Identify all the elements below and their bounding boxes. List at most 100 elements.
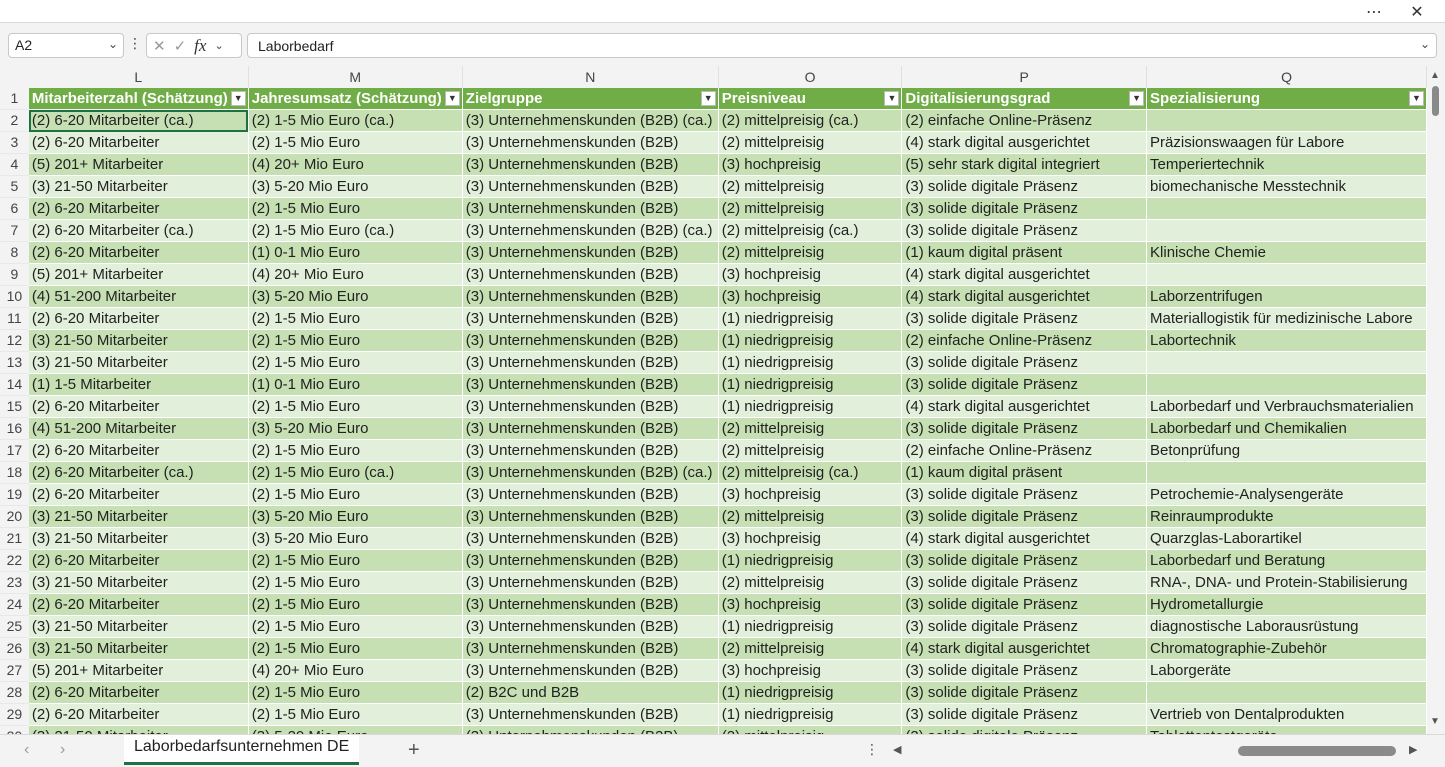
table-cell[interactable]: (3) Unternehmenskunden (B2B) <box>462 549 719 573</box>
table-cell[interactable]: (3) solide digitale Präsenz <box>901 219 1148 243</box>
row-number[interactable]: 27 <box>0 659 29 683</box>
table-cell[interactable]: (2) 1-5 Mio Euro <box>248 571 463 595</box>
row-number[interactable]: 17 <box>0 439 29 463</box>
filter-dropdown-icon[interactable]: ▼ <box>884 91 900 106</box>
table-cell[interactable]: (2) 6-20 Mitarbeiter <box>28 395 249 419</box>
row-number[interactable]: 7 <box>0 219 29 243</box>
table-cell[interactable]: (3) Unternehmenskunden (B2B) <box>462 725 719 734</box>
table-cell[interactable] <box>1146 197 1427 221</box>
table-cell[interactable]: (3) Unternehmenskunden (B2B) (ca.) <box>462 109 719 133</box>
table-cell[interactable]: (4) 20+ Mio Euro <box>248 263 463 287</box>
table-cell[interactable]: (2) einfache Online-Präsenz <box>901 109 1148 133</box>
filter-dropdown-icon[interactable]: ▼ <box>700 91 716 106</box>
table-cell[interactable]: (3) 21-50 Mitarbeiter <box>28 637 249 661</box>
table-cell[interactable]: (2) 1-5 Mio Euro <box>248 439 463 463</box>
table-cell[interactable]: (2) 6-20 Mitarbeiter <box>28 593 249 617</box>
horizontal-scroll-thumb[interactable] <box>1238 746 1396 756</box>
table-cell[interactable]: (2) mittelpreisig <box>718 197 903 221</box>
table-cell[interactable]: (4) stark digital ausgerichtet <box>901 527 1148 551</box>
table-cell[interactable]: (2) 6-20 Mitarbeiter <box>28 197 249 221</box>
table-cell[interactable]: Tablettentestgeräte <box>1146 725 1427 734</box>
table-cell[interactable]: (5) 201+ Mitarbeiter <box>28 263 249 287</box>
filter-dropdown-icon[interactable]: ▼ <box>444 91 460 106</box>
table-cell[interactable]: (2) einfache Online-Präsenz <box>901 439 1148 463</box>
table-cell[interactable]: (1) niedrigpreisig <box>718 549 903 573</box>
table-cell[interactable]: Laborbedarf und Chemikalien <box>1146 417 1427 441</box>
table-cell[interactable]: (3) solide digitale Präsenz <box>901 351 1148 375</box>
table-cell[interactable]: (3) solide digitale Präsenz <box>901 483 1148 507</box>
row-number[interactable]: 24 <box>0 593 29 617</box>
table-cell[interactable]: Labortechnik <box>1146 329 1427 353</box>
table-cell[interactable]: (1) niedrigpreisig <box>718 307 903 331</box>
table-cell[interactable]: (3) Unternehmenskunden (B2B) <box>462 505 719 529</box>
filter-dropdown-icon[interactable]: ▼ <box>230 91 246 106</box>
table-cell[interactable]: (3) Unternehmenskunden (B2B) <box>462 131 719 155</box>
header-cell[interactable]: Digitalisierungsgrad ▼ <box>901 88 1148 111</box>
more-options-icon[interactable]: ⋯ <box>1354 0 1394 23</box>
table-cell[interactable]: (3) solide digitale Präsenz <box>901 307 1148 331</box>
scroll-left-icon[interactable]: ◀ <box>893 743 901 756</box>
table-cell[interactable]: (3) 5-20 Mio Euro <box>248 725 463 734</box>
table-cell[interactable]: (2) 1-5 Mio Euro <box>248 351 463 375</box>
table-cell[interactable]: (3) 21-50 Mitarbeiter <box>28 615 249 639</box>
table-cell[interactable]: Vertrieb von Dentalprodukten <box>1146 703 1427 727</box>
table-cell[interactable]: (3) Unternehmenskunden (B2B) (ca.) <box>462 219 719 243</box>
row-number[interactable]: 11 <box>0 307 29 331</box>
more-vertical-icon[interactable]: ⋮ <box>128 35 142 52</box>
table-cell[interactable]: (3) hochpreisig <box>718 659 903 683</box>
table-cell[interactable]: (3) 21-50 Mitarbeiter <box>28 725 249 734</box>
table-cell[interactable]: (3) solide digitale Präsenz <box>901 725 1148 734</box>
table-cell[interactable]: (3) solide digitale Präsenz <box>901 615 1148 639</box>
row-number[interactable]: 1 <box>0 88 29 111</box>
table-cell[interactable]: (3) Unternehmenskunden (B2B) <box>462 175 719 199</box>
row-number[interactable]: 26 <box>0 637 29 661</box>
table-cell[interactable]: (3) 21-50 Mitarbeiter <box>28 175 249 199</box>
confirm-icon[interactable]: ✓ <box>174 37 187 55</box>
table-cell[interactable]: Hydrometallurgie <box>1146 593 1427 617</box>
table-cell[interactable]: (2) 1-5 Mio Euro <box>248 131 463 155</box>
table-cell[interactable]: (1) niedrigpreisig <box>718 681 903 705</box>
row-number[interactable]: 29 <box>0 703 29 727</box>
table-cell[interactable]: (3) hochpreisig <box>718 263 903 287</box>
table-cell[interactable]: (3) solide digitale Präsenz <box>901 659 1148 683</box>
table-cell[interactable] <box>1146 373 1427 397</box>
row-number[interactable]: 16 <box>0 417 29 441</box>
table-cell[interactable]: (3) Unternehmenskunden (B2B) <box>462 285 719 309</box>
row-number[interactable]: 22 <box>0 549 29 573</box>
table-cell[interactable]: Quarzglas-Laborartikel <box>1146 527 1427 551</box>
table-cell[interactable]: (3) solide digitale Präsenz <box>901 681 1148 705</box>
row-number[interactable]: 12 <box>0 329 29 353</box>
header-cell[interactable]: Preisniveau ▼ <box>718 88 903 111</box>
table-cell[interactable]: (2) mittelpreisig <box>718 175 903 199</box>
table-cell[interactable]: (1) niedrigpreisig <box>718 351 903 375</box>
table-cell[interactable]: (3) Unternehmenskunden (B2B) <box>462 659 719 683</box>
row-number[interactable]: 4 <box>0 153 29 177</box>
table-cell[interactable]: (4) 51-200 Mitarbeiter <box>28 417 249 441</box>
table-cell[interactable] <box>1146 681 1427 705</box>
row-number[interactable]: 8 <box>0 241 29 265</box>
row-number[interactable]: 5 <box>0 175 29 199</box>
row-number[interactable]: 14 <box>0 373 29 397</box>
table-cell[interactable]: (2) mittelpreisig <box>718 637 903 661</box>
table-cell[interactable] <box>1146 219 1427 243</box>
table-cell[interactable]: (3) hochpreisig <box>718 483 903 507</box>
table-cell[interactable]: (3) Unternehmenskunden (B2B) <box>462 439 719 463</box>
table-cell[interactable]: (3) Unternehmenskunden (B2B) <box>462 615 719 639</box>
table-cell[interactable]: Laborbedarf und Beratung <box>1146 549 1427 573</box>
add-sheet-icon[interactable]: + <box>408 739 420 762</box>
table-cell[interactable]: (2) 1-5 Mio Euro <box>248 593 463 617</box>
table-cell[interactable]: (3) hochpreisig <box>718 285 903 309</box>
vertical-scroll-thumb[interactable] <box>1432 86 1439 116</box>
table-cell[interactable]: (3) Unternehmenskunden (B2B) (ca.) <box>462 461 719 485</box>
column-header-m[interactable]: M <box>248 66 463 88</box>
row-number[interactable]: 15 <box>0 395 29 419</box>
table-cell[interactable]: (1) niedrigpreisig <box>718 615 903 639</box>
row-number[interactable]: 18 <box>0 461 29 485</box>
table-cell[interactable]: (3) 21-50 Mitarbeiter <box>28 527 249 551</box>
table-cell[interactable]: (1) niedrigpreisig <box>718 395 903 419</box>
name-box[interactable]: A2 ⌄ <box>8 33 124 58</box>
table-cell[interactable]: Präzisionswaagen für Labore <box>1146 131 1427 155</box>
table-cell[interactable]: (3) 21-50 Mitarbeiter <box>28 571 249 595</box>
table-cell[interactable]: (5) 201+ Mitarbeiter <box>28 659 249 683</box>
table-cell[interactable]: (2) 6-20 Mitarbeiter <box>28 549 249 573</box>
